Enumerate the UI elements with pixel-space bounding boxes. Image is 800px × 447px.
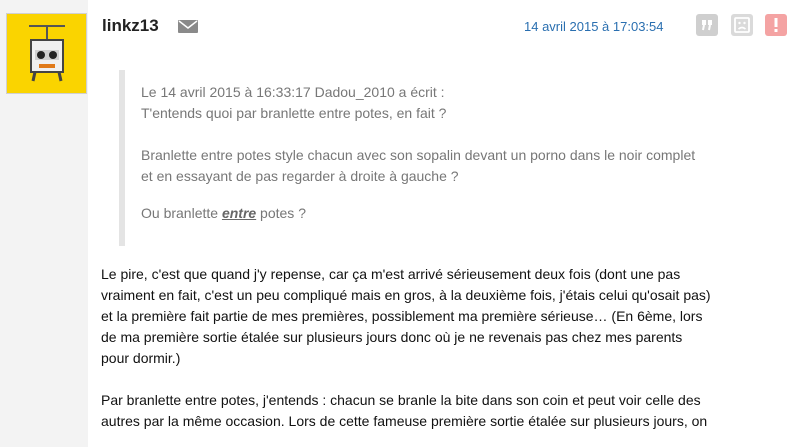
quote-text: Ou branlette: [141, 205, 222, 221]
text-line: de ma première sortie étalée sur plusieu…: [101, 329, 683, 345]
post-header: linkz13 14 avril 2015 à 17:03:54: [88, 0, 800, 52]
text-line: autres par la même occasion. Lors de cet…: [101, 413, 708, 429]
quote-icon: [702, 20, 712, 31]
quote-button[interactable]: [696, 14, 718, 36]
quote-text: potes ?: [256, 205, 306, 221]
quote-line: Ou branlette entre potes ?: [141, 203, 779, 224]
mail-icon[interactable]: [178, 20, 198, 33]
text-line: Le pire, c'est que quand j'y repense, ca…: [101, 266, 681, 282]
alert-icon: [774, 18, 778, 32]
paragraph: Par branlette entre potes, j'entends : c…: [101, 390, 791, 432]
quote-line: Branlette entre potes style chacun avec …: [141, 145, 779, 187]
paragraph: Le pire, c'est que quand j'y repense, ca…: [101, 264, 791, 369]
quote-text: et en essayant de pas regarder à droite …: [141, 168, 459, 184]
quote-text: Branlette entre potes style chacun avec …: [141, 147, 696, 163]
post: linkz13 14 avril 2015 à 17:03:54 Le 14 a…: [88, 0, 800, 447]
downvote-button[interactable]: [731, 14, 753, 36]
post-body: Le pire, c'est que quand j'y repense, ca…: [101, 264, 791, 432]
text-line: Par branlette entre potes, j'entends : c…: [101, 392, 701, 408]
text-line: et la première fait partie de mes premiè…: [101, 308, 703, 324]
report-button[interactable]: [765, 14, 787, 36]
quoted-message: Le 14 avril 2015 à 16:33:17 Dadou_2010 a…: [119, 70, 779, 246]
quote-line: T'entends quoi par branlette entre potes…: [141, 105, 447, 121]
quote-header: Le 14 avril 2015 à 16:33:17 Dadou_2010 a…: [141, 84, 445, 100]
post-timestamp[interactable]: 14 avril 2015 à 17:03:54: [524, 19, 664, 34]
sad-face-icon: [734, 17, 750, 33]
text-line: pour dormir.): [101, 350, 181, 366]
text-line: vraiment en fait, c'est un peu compliqué…: [101, 287, 711, 303]
emphasized-word: entre: [221, 205, 257, 221]
username[interactable]: linkz13: [102, 16, 159, 36]
robot-avatar-icon: [7, 14, 86, 93]
avatar[interactable]: [6, 13, 87, 94]
